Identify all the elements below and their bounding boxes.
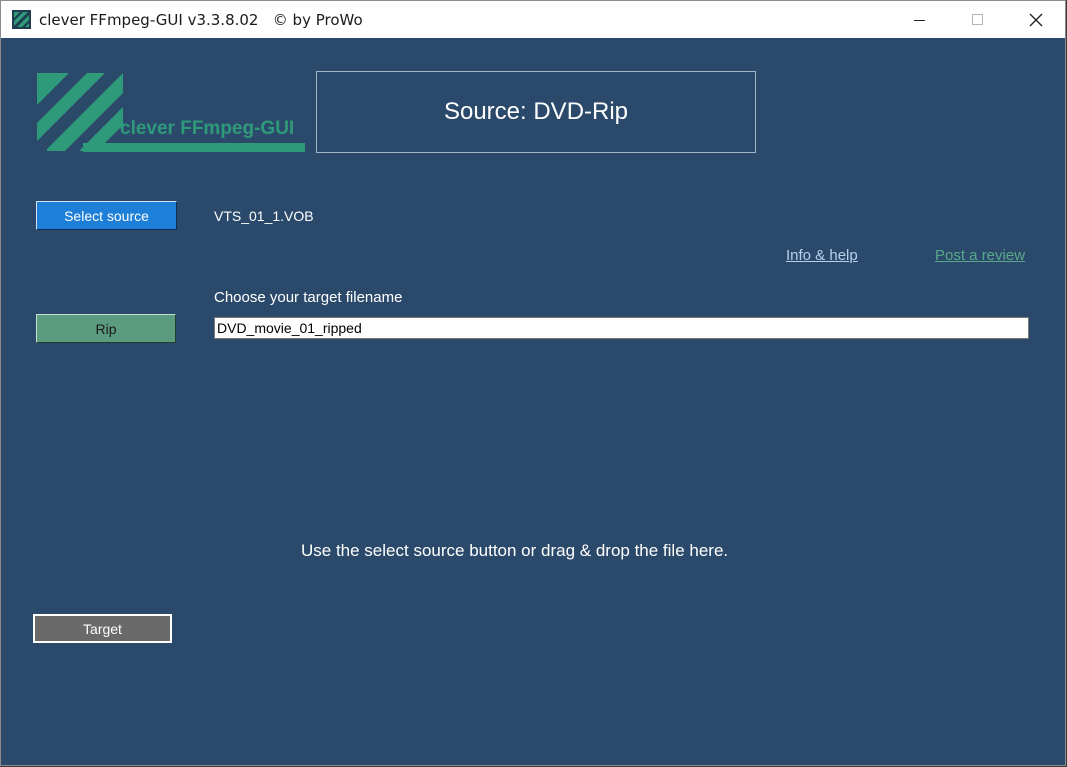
source-filename: VTS_01_1.VOB <box>214 208 314 224</box>
drop-hint: Use the select source button or drag & d… <box>301 541 729 560</box>
maximize-button[interactable] <box>949 1 1007 38</box>
target-filename-label: Choose your target filename <box>214 289 403 306</box>
app-window: clever FFmpeg-GUI v3.3.8.02 © by ProWo c… <box>0 0 1066 766</box>
source-title-box: Source: DVD-Rip <box>316 71 756 153</box>
minimize-icon <box>914 19 925 21</box>
select-source-button[interactable]: Select source <box>36 201 177 230</box>
post-review-link[interactable]: Post a review <box>935 247 1025 264</box>
window-title: clever FFmpeg-GUI v3.3.8.02 © by ProWo <box>39 11 363 29</box>
source-title: Source: DVD-Rip <box>443 98 629 125</box>
rip-button[interactable]: Rip <box>36 314 176 343</box>
app-logo: clever FFmpeg-GUI <box>37 73 305 152</box>
title-bar[interactable]: clever FFmpeg-GUI v3.3.8.02 © by ProWo <box>1 1 1065 38</box>
maximize-icon <box>972 13 983 25</box>
minimize-button[interactable] <box>891 1 949 38</box>
app-icon <box>12 10 31 29</box>
close-button[interactable] <box>1007 1 1065 38</box>
svg-text:clever FFmpeg-GUI: clever FFmpeg-GUI <box>120 118 294 139</box>
target-button[interactable]: Target <box>33 614 172 643</box>
info-help-link[interactable]: Info & help <box>786 247 858 264</box>
target-filename-input[interactable] <box>214 317 1029 339</box>
close-icon <box>1029 13 1043 26</box>
